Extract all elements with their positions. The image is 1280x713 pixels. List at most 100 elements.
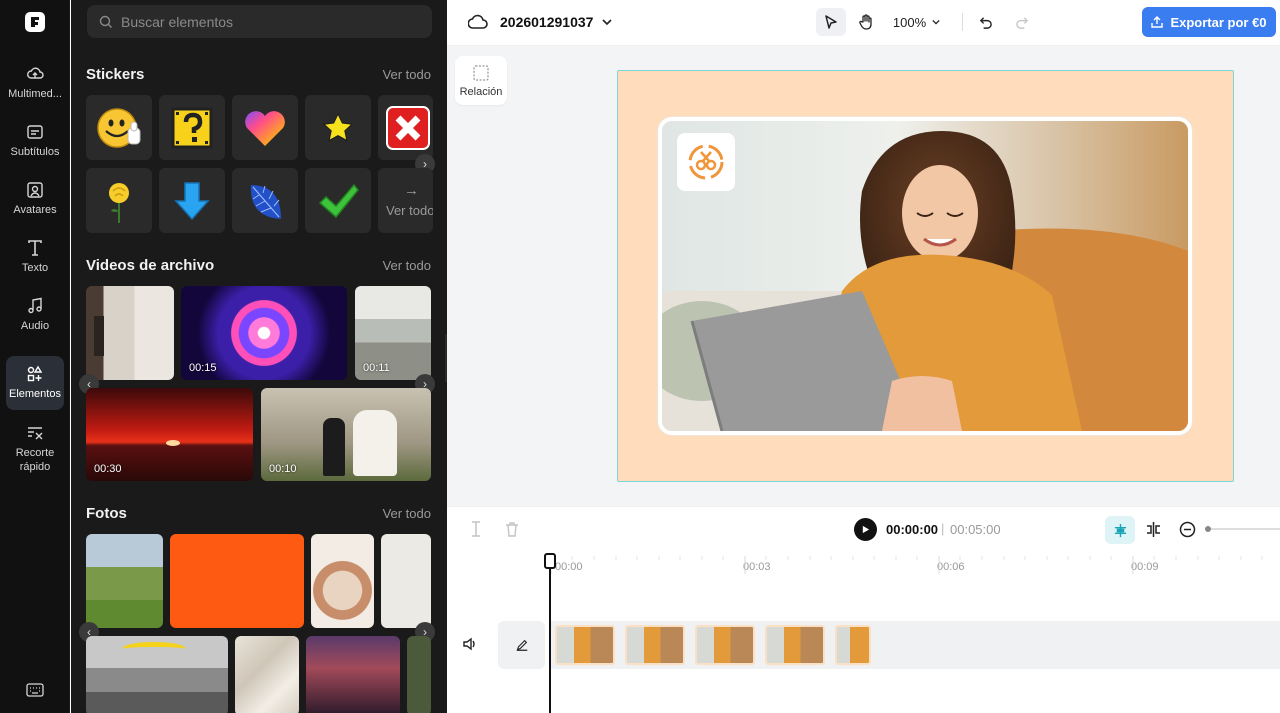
sticker-down-arrow[interactable] <box>159 168 225 233</box>
search-input[interactable] <box>121 13 411 30</box>
volume-icon[interactable] <box>462 636 478 652</box>
project-name[interactable]: 202601291037 <box>500 14 593 30</box>
stickers-see-all-tile[interactable]: → Ver todo <box>378 168 433 233</box>
edit-track-button[interactable] <box>498 621 545 669</box>
timeline-ruler[interactable]: 00:00 00:03 00:06 00:09 <box>551 552 1280 580</box>
photo-thumb-fabric[interactable] <box>235 636 299 713</box>
snap-icon <box>1114 523 1126 537</box>
clip-thumbnail[interactable] <box>625 625 685 665</box>
canvas-corner <box>617 70 631 84</box>
rail-item-quick-cut[interactable]: Recorte rápido <box>6 420 64 478</box>
stickers-see-all[interactable]: Ver todo <box>383 67 431 82</box>
photo-thumb-city[interactable] <box>306 636 400 713</box>
red-x-icon <box>386 105 430 150</box>
app-logo[interactable] <box>25 12 45 32</box>
video-thumb-neon-heart[interactable]: 00:15 <box>181 286 347 380</box>
brand-logo-badge[interactable] <box>677 133 735 191</box>
zoom-slider[interactable] <box>1205 526 1280 532</box>
sticker-question-block[interactable] <box>159 95 225 160</box>
playhead[interactable] <box>549 553 551 713</box>
rail-label: Texto <box>21 262 49 274</box>
clip-frame <box>837 627 869 663</box>
divider <box>962 13 963 31</box>
current-time: 00:00:00 <box>886 522 939 537</box>
trash-icon[interactable] <box>505 521 519 537</box>
undo-button[interactable] <box>971 8 999 36</box>
search-box[interactable] <box>87 5 432 38</box>
redo-button[interactable] <box>1008 8 1036 36</box>
photo-thumb-partial[interactable] <box>407 636 431 713</box>
woman-laptop-image <box>662 121 1188 431</box>
playhead-handle[interactable] <box>544 553 556 569</box>
aspect-ratio-button[interactable]: Relación <box>455 56 507 105</box>
photo-thumb-food[interactable] <box>311 534 374 628</box>
quick-cut-icon <box>28 427 43 440</box>
video-thumb-wedding[interactable]: 00:10 <box>261 388 431 481</box>
hand-tool-button[interactable] <box>851 8 881 36</box>
arrow-right-icon: → <box>404 182 419 199</box>
subtitles-icon <box>27 125 43 139</box>
video-duration: 00:11 <box>363 362 390 374</box>
rail-label: Subtítulos <box>10 146 60 158</box>
clip-thumbnail[interactable] <box>695 625 755 665</box>
video-thumb-office[interactable]: 00:11 <box>355 286 431 380</box>
video-thumb-sunset[interactable]: 00:30 <box>86 388 253 481</box>
video-duration: 00:30 <box>94 463 122 475</box>
check-icon <box>318 183 359 218</box>
photos-see-all[interactable]: Ver todo <box>383 506 431 521</box>
play-button[interactable] <box>854 518 877 541</box>
clip-thumbnail[interactable] <box>555 625 615 665</box>
clip-thumbnail[interactable] <box>835 625 871 665</box>
sticker-blue-leaf[interactable] <box>232 168 298 233</box>
question-block-icon <box>171 107 213 148</box>
rail-item-subtitles[interactable]: Subtítulos <box>6 114 64 168</box>
magnet-snap-button[interactable] <box>1105 516 1135 544</box>
hand-icon <box>859 14 872 30</box>
rail-item-multimedia[interactable]: Multimed... <box>6 56 64 110</box>
video-canvas[interactable] <box>617 70 1234 482</box>
rail-item-audio[interactable]: Audio <box>6 288 64 342</box>
select-tool-button[interactable] <box>816 8 846 36</box>
video-duration: 00:10 <box>269 463 297 475</box>
sticker-thumbs-up-smiley[interactable] <box>86 95 152 160</box>
sticker-green-check[interactable] <box>305 168 371 233</box>
elements-panel: Stickers Ver todo › → <box>71 0 447 713</box>
time-separator: | <box>941 521 945 536</box>
photo-thumb-orange[interactable] <box>170 534 304 628</box>
thumb-sun <box>166 440 180 446</box>
export-button[interactable]: Exportar por €0 <box>1142 7 1276 37</box>
down-arrow-icon <box>174 181 210 220</box>
see-all-tile-label: Ver todo <box>386 203 433 218</box>
cloud-icon[interactable] <box>468 13 488 31</box>
left-rail: Multimed... Subtítulos Avatares Texto Au… <box>0 0 70 713</box>
canvas-photo[interactable] <box>658 117 1192 435</box>
rail-item-text[interactable]: Texto <box>6 230 64 284</box>
avatar-icon <box>27 182 43 198</box>
ruler-ticks <box>551 556 1263 574</box>
export-label: Exportar por €0 <box>1170 14 1267 30</box>
sticker-star[interactable] <box>305 95 371 160</box>
sticker-rainbow-heart[interactable] <box>232 95 298 160</box>
zoom-out-icon[interactable] <box>1179 521 1196 538</box>
chevron-down-icon[interactable] <box>601 17 613 27</box>
clip-thumbnail[interactable] <box>765 625 825 665</box>
sticker-red-x[interactable] <box>378 95 433 160</box>
rail-label: Elementos <box>9 388 61 400</box>
photo-thumb-mountains[interactable] <box>86 636 228 713</box>
thumb-paraglider <box>122 642 186 656</box>
rail-item-elements[interactable]: Elementos <box>6 356 64 410</box>
photo-thumb-paper[interactable] <box>381 534 431 628</box>
rail-item-avatars[interactable]: Avatares <box>6 172 64 226</box>
keyboard-icon[interactable] <box>26 682 44 698</box>
sticker-yellow-rose[interactable] <box>86 168 152 233</box>
undo-icon <box>979 16 992 29</box>
split-icon[interactable] <box>469 521 483 537</box>
logo-icon <box>31 17 39 27</box>
video-duration: 00:15 <box>189 362 217 374</box>
zoom-slider-thumb[interactable] <box>1205 526 1211 532</box>
photo-thumb-landscape[interactable] <box>86 534 163 628</box>
split-clip-icon[interactable] <box>1145 521 1162 538</box>
videos-see-all[interactable]: Ver todo <box>383 258 431 273</box>
video-thumb-interior[interactable] <box>86 286 174 380</box>
zoom-dropdown[interactable]: 100% <box>889 8 945 36</box>
